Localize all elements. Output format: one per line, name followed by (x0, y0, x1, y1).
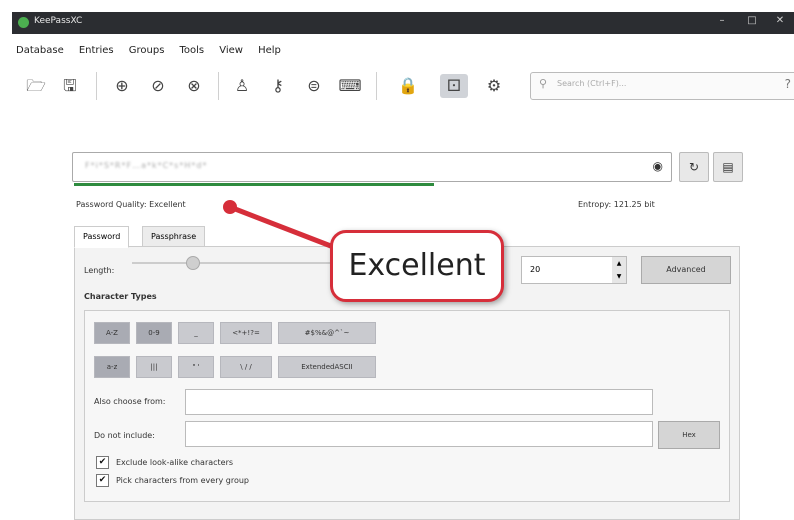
excellent-callout: Excellent (330, 230, 504, 302)
callout-dot (223, 200, 237, 214)
callout-line (227, 204, 339, 251)
tab-password[interactable]: Password (74, 226, 130, 248)
